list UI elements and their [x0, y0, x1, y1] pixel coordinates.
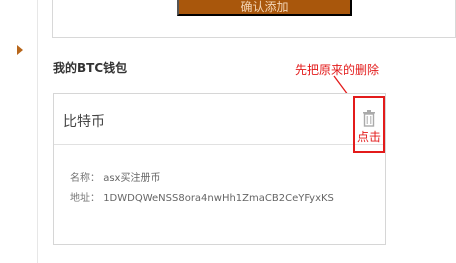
card-divider [54, 144, 385, 145]
wallet-address-row: 地址： 1DWDQWeNSS8ora4nwHh1ZmaCB2CeYFyxKS [70, 189, 334, 204]
wallet-address-label: 地址： [70, 193, 100, 204]
delete-highlight-box: 点击 [353, 96, 385, 153]
click-annotation-label: 点击 [356, 130, 381, 144]
wallet-section-title: 我的BTC钱包 [53, 61, 128, 75]
triangle-right-icon [17, 45, 23, 55]
btc-wallet-card: 比特币 名称： asx买注册币 地址： 1DWDQWeNSS8ora4nwHh1… [53, 93, 386, 245]
wallet-name-row: 名称： asx买注册币 [70, 169, 160, 184]
wallet-currency-title: 比特币 [63, 114, 105, 130]
trash-icon[interactable] [361, 109, 377, 127]
wallet-address-value: 1DWDQWeNSS8ora4nwHh1ZmaCB2CeYFyxKS [103, 193, 334, 204]
wallet-name-label: 名称： [70, 173, 100, 184]
wallet-management-page: 确认添加 我的BTC钱包 先把原来的删除 比特币 名称： asx买注册币 地址：… [0, 0, 456, 263]
wallet-name-value: asx买注册币 [103, 173, 161, 184]
confirm-add-button[interactable]: 确认添加 [177, 0, 352, 16]
left-rail-divider [37, 0, 38, 263]
